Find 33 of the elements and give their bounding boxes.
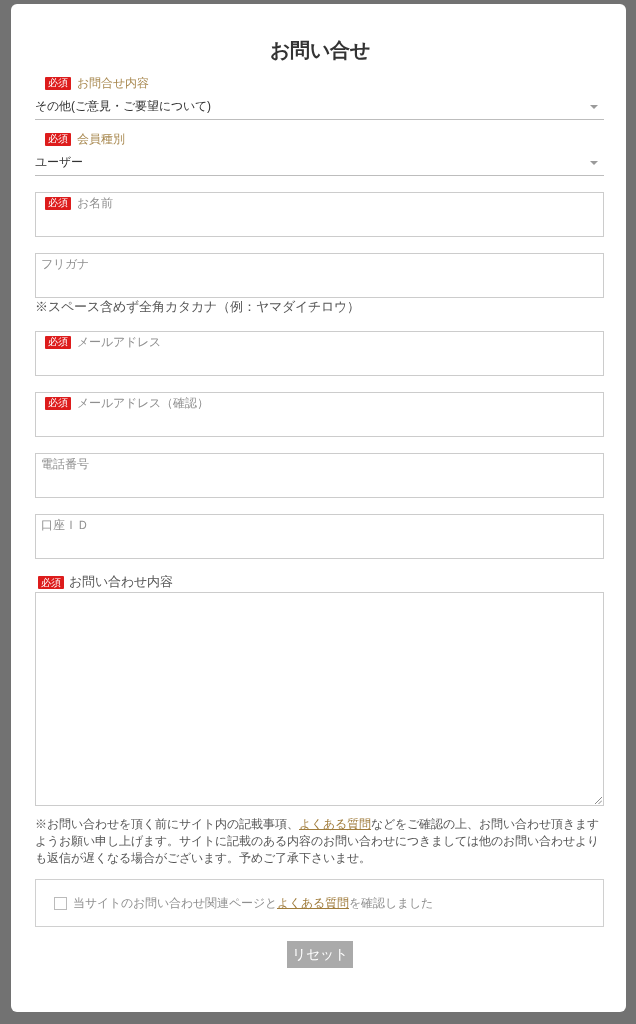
text-field[interactable]: フリガナ <box>35 253 604 298</box>
faq-link[interactable]: よくある質問 <box>277 895 349 910</box>
required-badge: 必須 <box>45 132 71 146</box>
text-field[interactable]: 必須 お名前 <box>35 192 604 237</box>
field-label: お問い合わせ内容 <box>69 575 173 590</box>
agreement-text: 当サイトのお問い合わせ関連ページと よくある質問を確認しました <box>73 895 433 911</box>
required-badge: 必須 <box>45 335 71 349</box>
field-label: メールアドレス（確認） <box>77 396 209 410</box>
field-label: お名前 <box>77 196 113 210</box>
field-label: フリガナ <box>41 257 89 271</box>
dropdown-field[interactable]: ユーザー <box>35 146 604 176</box>
required-badge: 必須 <box>38 576 64 589</box>
caret-icon <box>590 161 598 165</box>
resize-grip-icon[interactable] <box>595 797 602 804</box>
field-label: 口座ＩＤ <box>41 518 89 532</box>
field-label: メールアドレス <box>77 335 161 349</box>
field-label: 電話番号 <box>41 457 89 471</box>
text-field[interactable]: 口座ＩＤ <box>35 514 604 559</box>
field-label: お問合せ内容 <box>77 76 149 90</box>
required-badge: 必須 <box>45 76 71 90</box>
caret-icon <box>590 105 598 109</box>
faq-link[interactable]: よくある質問 <box>299 817 371 831</box>
checkbox[interactable] <box>54 896 67 910</box>
dropdown-field[interactable]: その他(ご意見・ご要望について) <box>35 90 604 120</box>
text-field[interactable]: 電話番号 <box>35 453 604 498</box>
required-badge: 必須 <box>45 396 71 410</box>
required-badge: 必須 <box>45 196 71 210</box>
text-field[interactable]: 必須 メールアドレス <box>35 331 604 376</box>
help-text: ※スペース含めず全角カタカナ（例：ヤマダイチロウ） <box>35 299 361 315</box>
dialog-title: お問い合せ <box>268 38 371 63</box>
notice-text: ※お問い合わせを頂く前にサイト内の記載事項、よくある質問などをご確認の上、お問い合わせ頂きますようお願い申し上げます。サイトに記載のある内容のお問い合わせにつきましては他のお問い合わせよりも返信が遅くなる場合がございます。予めご了承下さいませ。 <box>35 816 600 867</box>
field-label: 会員種別 <box>77 132 125 146</box>
text-field[interactable]: 必須 メールアドレス（確認） <box>35 392 604 437</box>
